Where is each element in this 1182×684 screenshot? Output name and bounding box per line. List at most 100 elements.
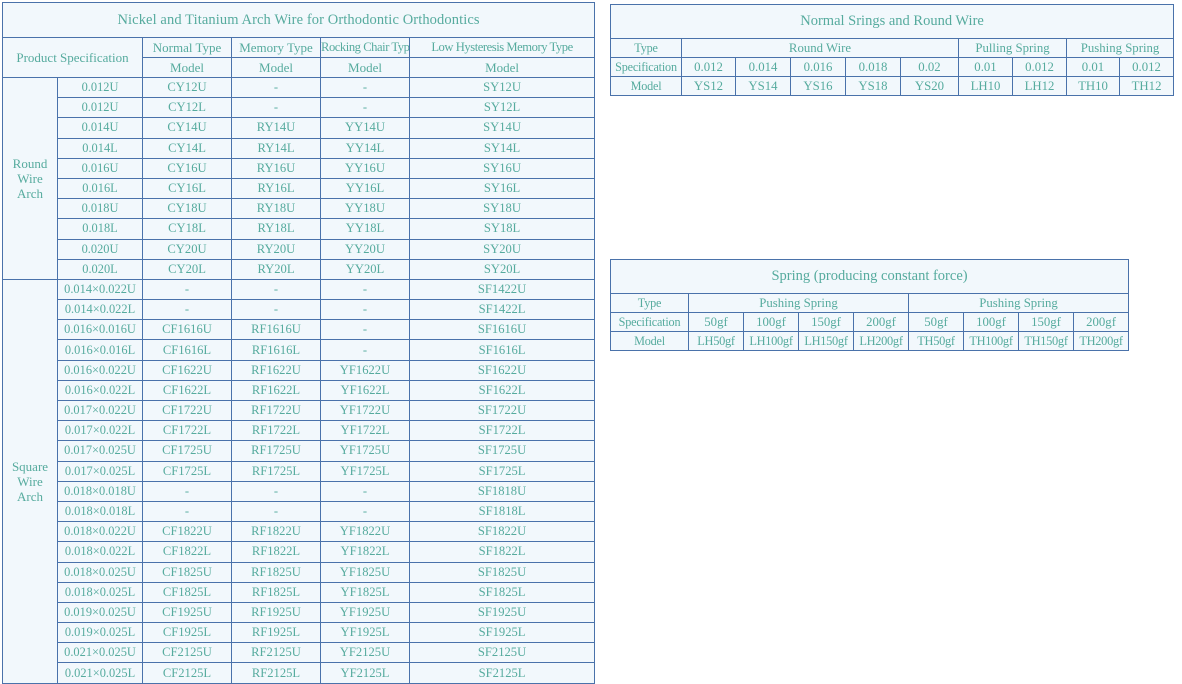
table-row: 0.018L CY18L RY18L YY18L SY18L xyxy=(3,218,596,240)
model-cell: - xyxy=(142,500,232,523)
spec-cell: 0.014U xyxy=(57,117,143,139)
model-cell: YF1722L xyxy=(320,420,410,442)
product-specification-header: Product Specification xyxy=(2,37,143,78)
model-cell: YF1725U xyxy=(320,440,410,462)
model-cell: RY18U xyxy=(231,198,321,220)
model-subheader-3: Model xyxy=(320,57,410,78)
model-cell: YF1622U xyxy=(320,359,410,381)
model-cell: SY20L xyxy=(408,258,596,280)
spec-cell: 0.019×0.025U xyxy=(57,601,143,624)
model-cell: SF1616L xyxy=(408,339,596,361)
spec-cell: 0.016×0.022U xyxy=(57,359,143,381)
model-cell: SF1622U xyxy=(408,359,596,381)
model-cell: RF1825L xyxy=(231,581,321,603)
specification-cell: 0.012 xyxy=(1012,57,1067,77)
type-header-2: Memory Type xyxy=(231,37,321,58)
model-cell: RY14L xyxy=(231,137,321,159)
table-row: 0.021×0.025L CF2125L RF2125L YF2125L SF2125L xyxy=(3,662,596,684)
model-cell: YY18L xyxy=(320,218,410,240)
table-row: 0.016×0.016L CF1616L RF1616L - SF1616L xyxy=(3,339,596,361)
model-cell: CY16U xyxy=(142,157,232,179)
model-cell: YY16L xyxy=(320,177,410,200)
spec-cell: 0.016L xyxy=(57,177,143,200)
spec-cell: 0.020U xyxy=(57,238,143,260)
spec-cell: 0.014L xyxy=(57,137,143,159)
model-cell: SY16U xyxy=(408,157,596,179)
wire-group-label-1: Round Wire Arch xyxy=(2,77,58,280)
model-cell: - xyxy=(231,278,321,301)
spec-cell: 0.014×0.022L xyxy=(57,299,143,321)
table-row: 0.014×0.022L - - - SF1422L xyxy=(3,299,596,321)
spec-cell: 0.016×0.016L xyxy=(57,339,143,361)
model-cell: TH200gf xyxy=(1072,331,1130,351)
specification-cell: 100gf xyxy=(743,312,799,332)
table-row: 0.012U CY12L - - SY12L xyxy=(3,97,596,119)
model-cell: - xyxy=(320,278,410,301)
model-cell: RF1725U xyxy=(231,440,321,462)
type-header-1: Normal Type xyxy=(142,37,232,58)
spec-cell: 0.018U xyxy=(57,198,143,220)
model-cell: SY18U xyxy=(408,198,596,220)
model-cell: SY20U xyxy=(408,238,596,260)
table-row: 0.014L CY14L RY14L YY14L SY14L xyxy=(3,137,596,159)
spring-table-body: Spring (producing constant force) Type Pus… xyxy=(609,259,1130,351)
model-cell: SF1622L xyxy=(408,379,596,402)
model-cell: SF1725L xyxy=(408,460,596,482)
round_wire_table-specification-row: Specification 0.012 0.014 0.016 0.018 0.02 0.0… xyxy=(610,57,1175,77)
model-cell: LH10 xyxy=(958,76,1013,96)
row-label-type: Type xyxy=(610,293,689,313)
model-cell: SF1925U xyxy=(408,601,596,624)
model-cell: - xyxy=(320,500,410,523)
spec-cell: 0.018×0.022L xyxy=(57,541,143,563)
group-header-3: Pushing Spring xyxy=(1065,38,1175,58)
model-cell: SF1722L xyxy=(408,420,596,442)
model-cell: YY16U xyxy=(320,157,410,179)
model-cell: RF1616L xyxy=(231,339,321,361)
model-cell: CF2125U xyxy=(142,642,232,664)
table-row: Round Wire Arch 0.012U CY12U - - SY12U xyxy=(2,76,596,280)
model-cell: LH50gf xyxy=(688,331,744,351)
model-cell: YF1622L xyxy=(320,379,410,402)
row-label-type: Type xyxy=(610,38,682,58)
spec-cell: 0.018L xyxy=(57,218,143,240)
table-row: 0.018×0.022L CF1822L RF1822L YF1822L SF1822L xyxy=(3,541,596,563)
spec-cell: 0.021×0.025L xyxy=(57,662,143,684)
model-cell: RF2125U xyxy=(231,642,321,664)
model-cell: YF1722U xyxy=(320,399,410,422)
model-cell: SY12L xyxy=(408,97,596,119)
model-cell: CY20L xyxy=(142,258,232,280)
spec-cell: 0.018×0.025U xyxy=(57,561,143,583)
model-subheader-2: Model xyxy=(231,57,321,78)
model-cell: - xyxy=(320,97,410,119)
model-cell: YS18 xyxy=(845,76,901,96)
specification-cell: 0.012 xyxy=(1118,57,1175,77)
table-row: 0.017×0.025L CF1725L RF1725L YF1725L SF1725L xyxy=(3,460,596,482)
model-cell: YS16 xyxy=(790,76,846,96)
model-cell: SY14L xyxy=(408,137,596,159)
specification-cell: 0.01 xyxy=(958,57,1013,77)
model-cell: RY20U xyxy=(231,238,321,260)
type-header-4: Low Hysteresis Memory Type xyxy=(408,37,596,58)
model-cell: TH150gf xyxy=(1018,331,1074,351)
spec-cell: 0.018×0.025L xyxy=(57,581,143,603)
model-cell: - xyxy=(231,76,321,99)
model-cell: CF2125L xyxy=(142,662,232,684)
spec-cell: 0.021×0.025U xyxy=(57,642,143,664)
model-cell: CY18U xyxy=(142,198,232,220)
model-cell: YS20 xyxy=(900,76,959,96)
table-row: 0.020U CY20U RY20U YY20U SY20U xyxy=(3,238,596,260)
model-cell: RF2125L xyxy=(231,662,321,684)
table-row: 0.019×0.025L CF1925L RF1925L YF1925L SF1925L xyxy=(3,622,596,644)
model-cell: CY20U xyxy=(142,238,232,260)
model-cell: RF1722U xyxy=(231,399,321,422)
model-cell: - xyxy=(320,480,410,502)
table-row: 0.017×0.022L CF1722L RF1722L YF1722L SF1722L xyxy=(3,420,596,442)
table-row: 0.016×0.022U CF1622U RF1622U YF1622U SF1622U xyxy=(3,359,596,381)
specification-cell: 0.016 xyxy=(790,57,846,77)
table-row: 0.018×0.022U CF1822U RF1822U YF1822U SF1822U xyxy=(3,521,596,543)
model-cell: CF1725L xyxy=(142,460,232,482)
model-cell: YY14L xyxy=(320,137,410,159)
model-cell: SF1725U xyxy=(408,440,596,462)
model-cell: - xyxy=(320,319,410,341)
round_wire_table-title-row: Normal Srings and Round Wire xyxy=(609,4,1175,39)
